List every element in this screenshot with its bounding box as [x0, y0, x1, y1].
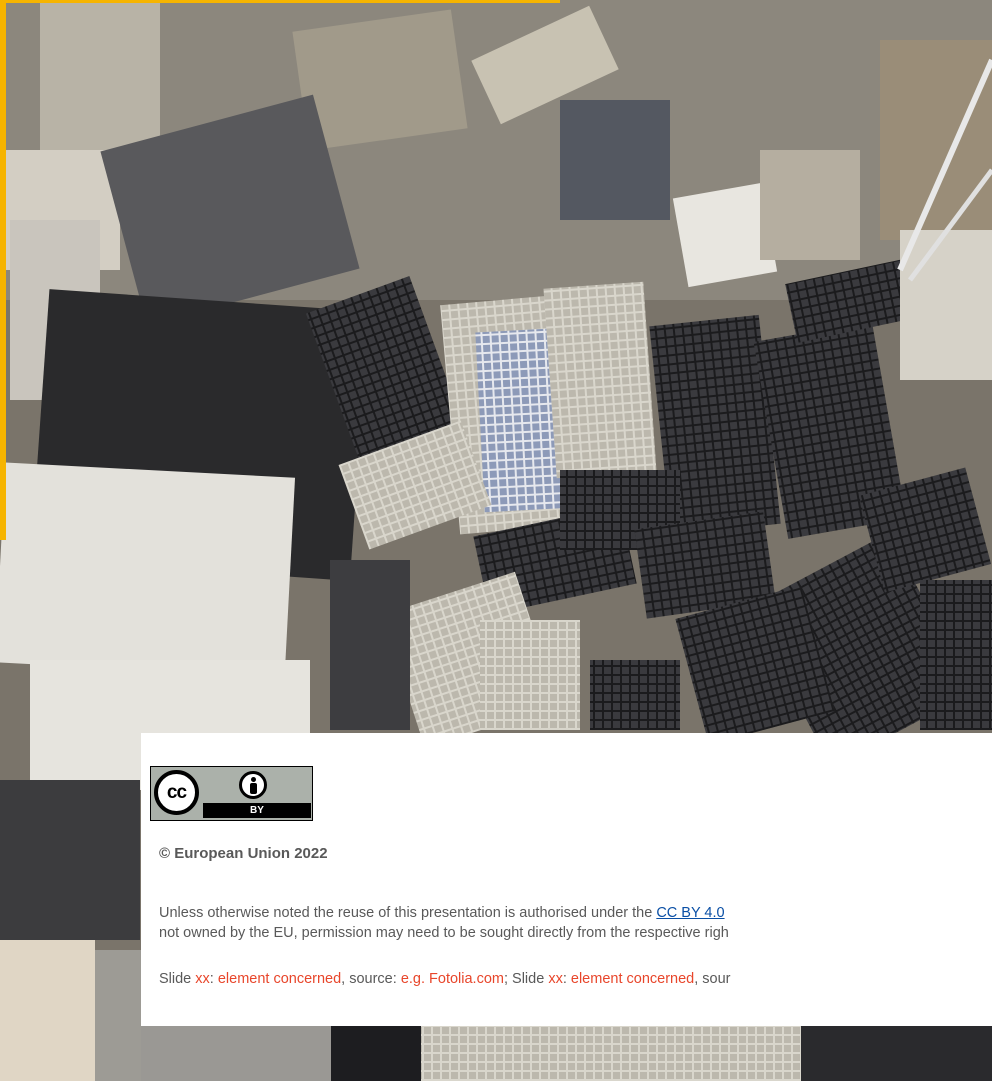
license-statement: Unless otherwise noted the reuse of this… [159, 903, 729, 943]
by-label: BY [250, 805, 264, 816]
license-prefix: Unless otherwise noted the reuse of this… [159, 905, 657, 921]
cc-by-link[interactable]: CC BY 4.0 [656, 905, 724, 921]
accent-top-line [0, 0, 560, 3]
credit-slide-number-2: xx [548, 971, 563, 987]
credit-slide-label-2: ; Slide [503, 971, 549, 987]
license-line-2: not owned by the EU, permission may need… [159, 925, 729, 941]
creative-commons-icon: cc [154, 770, 199, 815]
by-label-strip: BY [203, 803, 311, 818]
attribution-person-icon [239, 771, 267, 799]
credit-source: e.g. Fotolia.com [400, 971, 504, 987]
credit-element-2: element concerned [570, 971, 695, 987]
credit-separator-2: : [562, 971, 571, 987]
credit-source-label: , source: [341, 971, 401, 987]
credit-slide-number: xx [195, 971, 210, 987]
image-credits: Slide xx: element concerned, source: e.g… [159, 971, 730, 987]
copyright-notice: © European Union 2022 [159, 845, 328, 862]
credit-separator: : [209, 971, 218, 987]
credit-slide-label: Slide [159, 971, 196, 987]
credit-source-label-2: , sour [694, 971, 731, 987]
credit-element: element concerned [217, 971, 342, 987]
license-notice-panel: cc BY © European Union 2022 Unless other… [141, 733, 992, 1026]
accent-left-bar [0, 0, 6, 540]
cc-by-license-badge[interactable]: cc BY [150, 766, 313, 821]
